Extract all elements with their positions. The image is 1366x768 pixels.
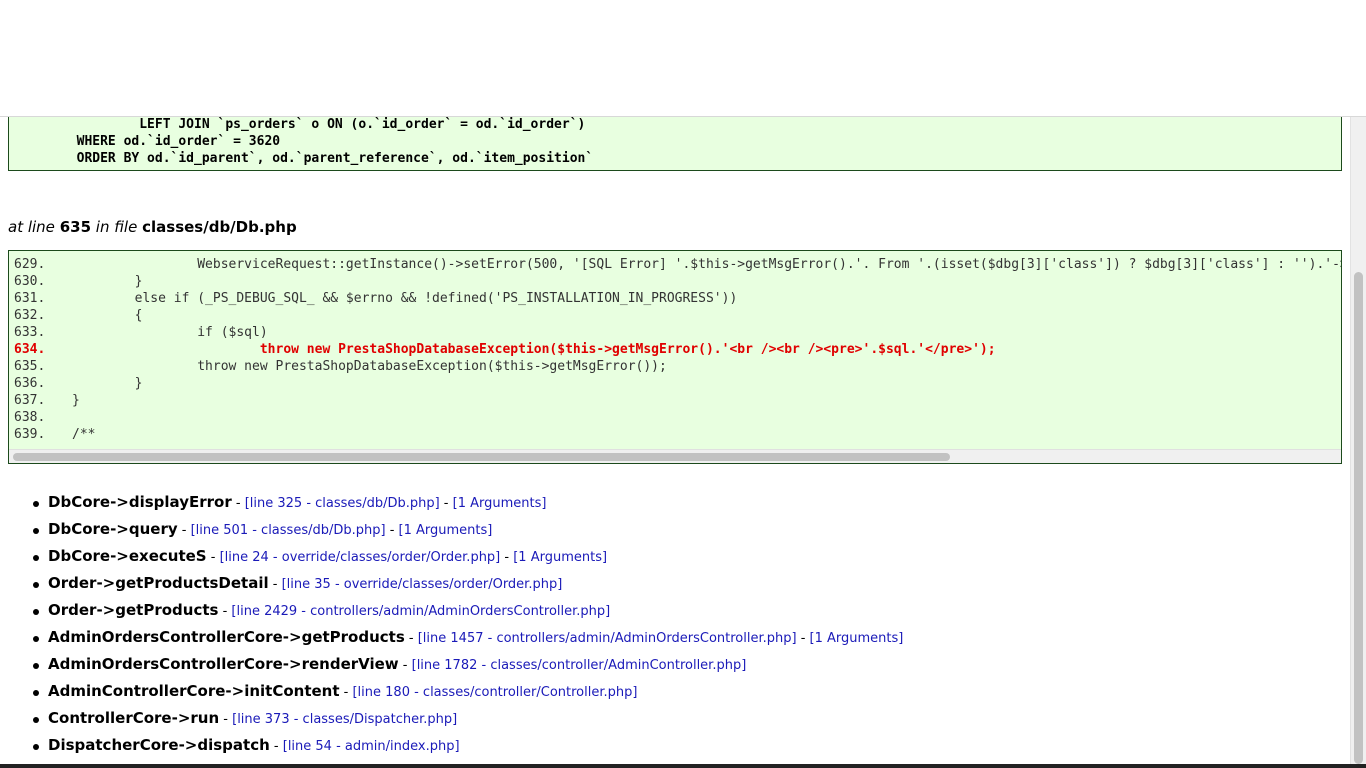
bullet-icon [33, 636, 39, 642]
bullet-icon [33, 690, 39, 696]
trace-arguments-link[interactable]: [1 Arguments] [810, 631, 904, 646]
code-line: 638. [14, 409, 72, 426]
line-text: } [72, 393, 80, 408]
line-text: WebserviceRequest::getInstance()->setErr… [197, 257, 1341, 272]
code-line: 632. { [14, 307, 142, 324]
line-number: 634. [14, 342, 46, 357]
line-number: 630. [14, 274, 46, 289]
error-location: at line 635 in file classes/db/Db.php [8, 218, 297, 236]
trace-location-link[interactable]: [line 35 - override/classes/order/Order.… [282, 577, 563, 592]
trace-location-link[interactable]: [line 2429 - controllers/admin/AdminOrde… [231, 604, 610, 619]
trace-separator: - [269, 739, 283, 754]
trace-function: AdminOrdersControllerCore->renderView [48, 655, 399, 673]
source-code-box[interactable]: 629. WebserviceRequest::getInstance()->s… [8, 250, 1342, 464]
bullet-icon [33, 717, 39, 723]
trace-function: Order->getProductsDetail [48, 574, 269, 592]
bullet-icon [33, 744, 39, 750]
line-text: throw new PrestaShopDatabaseException($t… [72, 359, 667, 374]
location-line: 635 [59, 218, 92, 236]
trace-separator: - [500, 550, 514, 565]
trace-separator: - [796, 631, 810, 646]
trace-location-link[interactable]: [line 54 - admin/index.php] [283, 739, 460, 754]
bullet-icon [33, 663, 39, 669]
bullet-icon [33, 609, 39, 615]
code-line: 635. throw new PrestaShopDatabaseExcepti… [14, 358, 667, 375]
code-line: 636. } [14, 375, 142, 392]
trace-separator: - [339, 685, 353, 700]
location-prefix: at line [8, 218, 55, 236]
bottom-border [0, 764, 1366, 768]
trace-function: ControllerCore->run [48, 709, 220, 727]
sql-line: WHERE od.`id_order` = 3620 [14, 134, 281, 149]
trace-location-link[interactable]: [line 180 - classes/controller/Controlle… [352, 685, 637, 700]
trace-separator: - [177, 523, 191, 538]
line-number: 639. [14, 427, 46, 442]
line-text: if ($sql) [72, 325, 268, 340]
trace-separator: - [218, 604, 232, 619]
trace-function: DbCore->displayError [48, 493, 232, 511]
line-number: 629. [14, 257, 46, 272]
sql-query-box: LEFT JOIN `ps_orders` o ON (o.`id_order`… [8, 117, 1342, 171]
line-number: 636. [14, 376, 46, 391]
code-line-highlighted: 634. throw new PrestaShopDatabaseExcepti… [14, 341, 996, 358]
trace-arguments-link[interactable]: [1 Arguments] [453, 496, 547, 511]
trace-function: AdminControllerCore->initContent [48, 682, 340, 700]
trace-function: DbCore->query [48, 520, 178, 538]
line-text: /** [72, 427, 96, 442]
vertical-scrollbar[interactable] [1350, 117, 1366, 764]
trace-separator: - [219, 712, 233, 727]
sql-line: ORDER BY od.`id_parent`, od.`parent_refe… [14, 151, 594, 166]
trace-separator: - [268, 577, 282, 592]
horizontal-scrollbar-thumb[interactable] [13, 453, 950, 461]
trace-location-link[interactable]: [line 373 - classes/Dispatcher.php] [232, 712, 457, 727]
trace-location-link[interactable]: [line 501 - classes/db/Db.php] [191, 523, 386, 538]
vertical-scrollbar-thumb[interactable] [1354, 272, 1363, 764]
trace-separator: - [206, 550, 220, 565]
line-number: 637. [14, 393, 46, 408]
line-text: { [72, 308, 143, 323]
trace-separator: - [398, 658, 412, 673]
bullet-icon [33, 528, 39, 534]
horizontal-scrollbar[interactable] [9, 449, 1341, 463]
line-text: } [72, 376, 143, 391]
blank-header-area [0, 0, 1366, 117]
location-middle: in file [95, 218, 138, 236]
trace-function: AdminOrdersControllerCore->getProducts [48, 628, 405, 646]
code-line: 630. } [14, 273, 142, 290]
code-line: 639. /** [14, 426, 95, 443]
bullet-icon [33, 555, 39, 561]
line-number: 633. [14, 325, 46, 340]
trace-location-link[interactable]: [line 1782 - classes/controller/AdminCon… [412, 658, 747, 673]
trace-separator: - [404, 631, 418, 646]
code-line: 629. WebserviceRequest::getInstance()->s… [14, 256, 1341, 273]
error-page-content: LEFT JOIN `ps_orders` o ON (o.`id_order`… [0, 117, 1350, 764]
line-number: 632. [14, 308, 46, 323]
location-file: classes/db/Db.php [142, 218, 297, 236]
code-line: 637.} [14, 392, 80, 409]
source-code: 629. WebserviceRequest::getInstance()->s… [9, 256, 1341, 446]
bullet-icon [33, 582, 39, 588]
line-text: throw new PrestaShopDatabaseException($t… [72, 342, 996, 357]
trace-location-link[interactable]: [line 325 - classes/db/Db.php] [245, 496, 440, 511]
trace-separator: - [231, 496, 245, 511]
trace-separator: - [385, 523, 399, 538]
code-line: 633. if ($sql) [14, 324, 268, 341]
trace-function: Order->getProducts [48, 601, 219, 619]
trace-function: DbCore->executeS [48, 547, 207, 565]
trace-location-link[interactable]: [line 1457 - controllers/admin/AdminOrde… [418, 631, 797, 646]
trace-arguments-link[interactable]: [1 Arguments] [399, 523, 493, 538]
line-number: 635. [14, 359, 46, 374]
trace-location-link[interactable]: [line 24 - override/classes/order/Order.… [220, 550, 501, 565]
line-number: 631. [14, 291, 46, 306]
trace-separator: - [439, 496, 453, 511]
code-line: 631. else if (_PS_DEBUG_SQL_ && $errno &… [14, 290, 737, 307]
sql-line: LEFT JOIN `ps_orders` o ON (o.`id_order`… [14, 117, 586, 132]
line-text: else if (_PS_DEBUG_SQL_ && $errno && !de… [72, 291, 738, 306]
trace-arguments-link[interactable]: [1 Arguments] [513, 550, 607, 565]
line-text: } [72, 274, 143, 289]
bullet-icon [33, 501, 39, 507]
line-number: 638. [14, 410, 46, 425]
trace-function: DispatcherCore->dispatch [48, 736, 270, 754]
